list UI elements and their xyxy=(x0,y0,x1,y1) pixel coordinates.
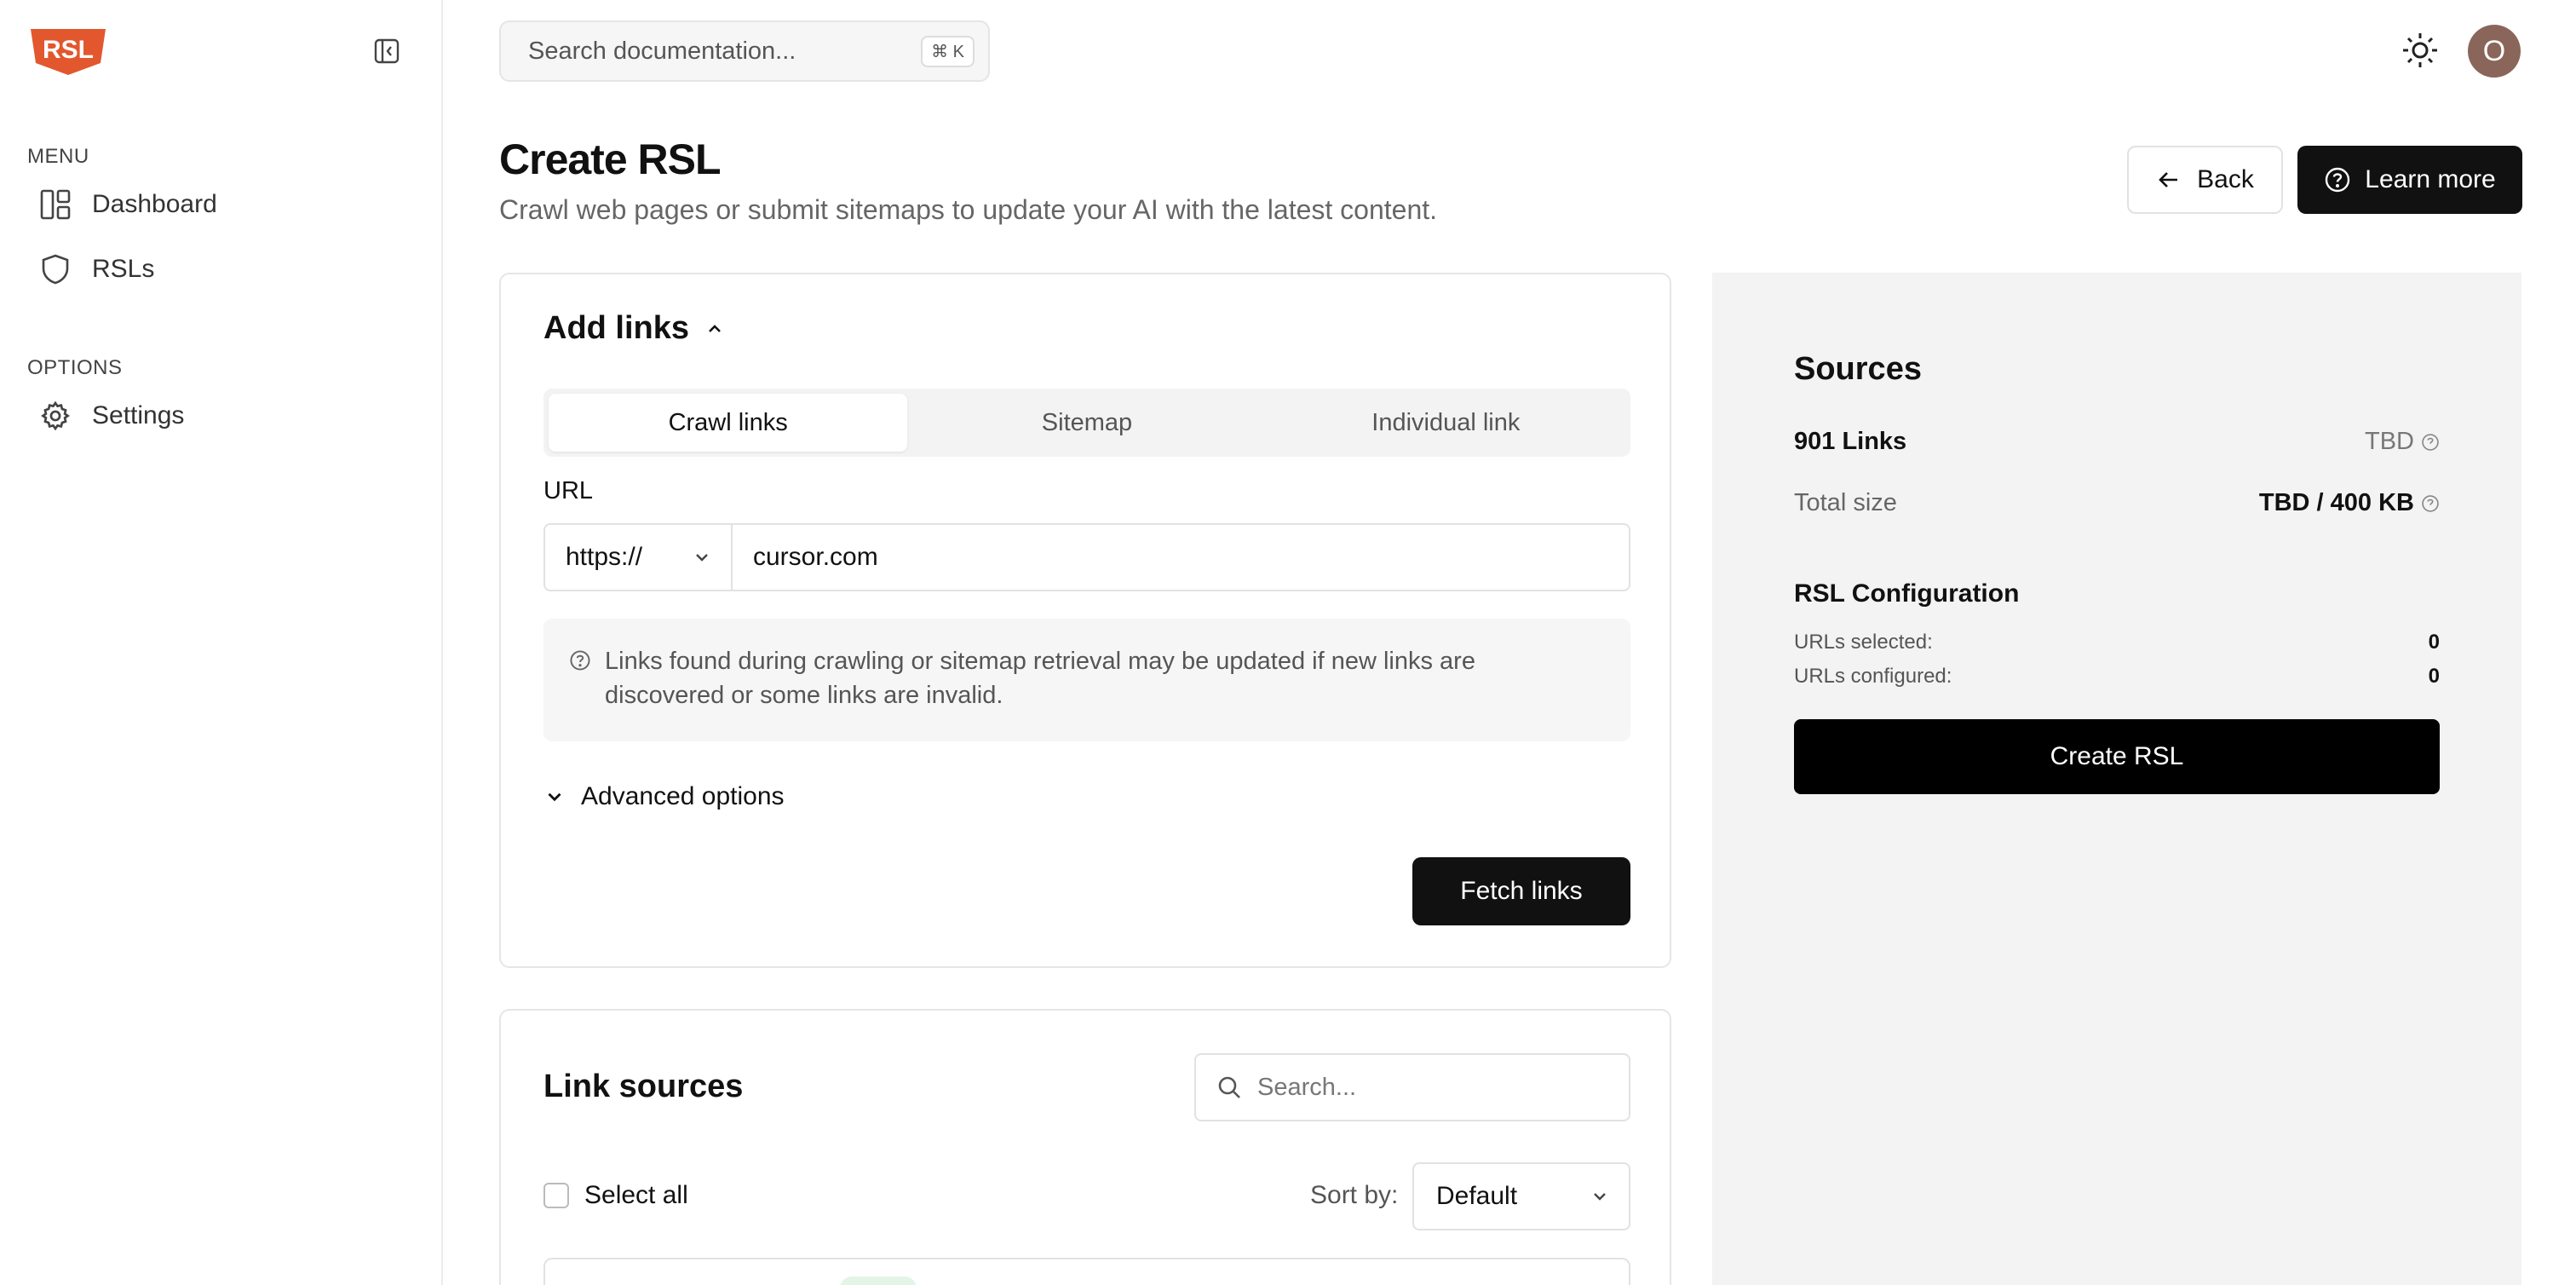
documentation-search[interactable]: ⌘ K xyxy=(499,20,990,82)
add-links-title: Add links xyxy=(543,310,690,346)
sidebar-toggle-icon xyxy=(374,38,400,64)
logo-text: RSL xyxy=(43,36,94,64)
collapse-sidebar-button[interactable] xyxy=(371,36,402,66)
select-all-label: Select all xyxy=(584,1181,688,1209)
documentation-search-input[interactable] xyxy=(528,37,922,66)
urls-configured-label: URLs configured: xyxy=(1794,665,1952,688)
chevron-up-icon xyxy=(709,324,721,332)
help-circle-icon xyxy=(2326,167,2350,193)
advanced-options-toggle[interactable]: Advanced options xyxy=(543,782,785,811)
shield-icon xyxy=(42,254,69,285)
sidebar-item-rsls[interactable]: RSLs xyxy=(39,244,414,295)
sort-label: Sort by: xyxy=(1310,1181,1399,1209)
back-button[interactable]: Back xyxy=(2127,146,2283,214)
sidebar-item-label: Dashboard xyxy=(92,190,217,218)
gear-icon xyxy=(41,400,70,431)
dashboard-icon xyxy=(40,189,71,220)
shortcut-badge: ⌘ K xyxy=(921,35,975,67)
options-section-label: OPTIONS xyxy=(27,356,123,379)
info-notice: Links found during crawling or sitemap r… xyxy=(543,619,1630,741)
links-count-row: 901 Links TBD xyxy=(1794,428,2440,456)
tab-individual-link[interactable]: Individual link xyxy=(1267,394,1625,452)
list-item[interactable] xyxy=(543,1258,1630,1285)
rsl-logo[interactable]: RSL xyxy=(26,24,111,78)
select-all[interactable]: Select all xyxy=(543,1181,688,1210)
sources-title: Sources xyxy=(1794,351,1922,387)
fetch-links-button[interactable]: Fetch links xyxy=(1412,857,1630,925)
sources-panel: Sources 901 Links TBD Total size TBD / 4… xyxy=(1712,273,2521,1285)
help-circle-icon[interactable] xyxy=(2421,433,2440,452)
urls-configured-value: 0 xyxy=(2428,665,2440,688)
rsl-config-title: RSL Configuration xyxy=(1794,579,2020,608)
add-links-toggle[interactable]: Add links xyxy=(543,310,725,347)
tab-crawl-links[interactable]: Crawl links xyxy=(549,394,908,452)
sidebar-item-settings[interactable]: Settings xyxy=(39,390,414,441)
links-count-label: 901 Links xyxy=(1794,428,1907,455)
link-sources-card: Link sources Select all Sort by: Default xyxy=(499,1009,1671,1285)
tab-sitemap[interactable]: Sitemap xyxy=(907,394,1266,452)
protocol-select[interactable]: https:// xyxy=(545,525,733,590)
link-sources-search[interactable] xyxy=(1194,1053,1630,1121)
help-circle-icon[interactable] xyxy=(2421,494,2440,513)
sun-icon xyxy=(2403,33,2437,67)
info-text: Links found during crawling or sitemap r… xyxy=(605,648,1475,709)
create-rsl-button[interactable]: Create RSL xyxy=(1794,719,2440,794)
sidebar-item-label: Settings xyxy=(92,401,185,429)
arrow-left-icon xyxy=(2159,172,2178,187)
status-badge xyxy=(840,1276,917,1285)
menu-section-label: MENU xyxy=(27,145,89,168)
links-value-text: TBD xyxy=(2365,428,2414,455)
protocol-value: https:// xyxy=(566,543,643,571)
total-size-value: TBD / 400 KB xyxy=(2259,489,2440,517)
sidebar-item-label: RSLs xyxy=(92,255,155,283)
url-label: URL xyxy=(543,477,594,504)
link-sources-title: Link sources xyxy=(543,1069,744,1104)
total-size-row: Total size TBD / 400 KB xyxy=(1794,489,2440,517)
urls-selected-value: 0 xyxy=(2428,631,2440,654)
add-links-card: Add links Crawl links Sitemap Individual… xyxy=(499,273,1671,968)
theme-toggle-button[interactable] xyxy=(2399,29,2441,72)
url-field: https:// xyxy=(543,523,1630,591)
learn-more-label: Learn more xyxy=(2365,165,2496,193)
sidebar-item-dashboard[interactable]: Dashboard xyxy=(39,179,414,230)
avatar[interactable]: O xyxy=(2468,25,2521,78)
page-title: Create RSL xyxy=(499,135,722,183)
urls-selected-row: URLs selected: 0 xyxy=(1794,631,2440,654)
sidebar: RSL MENU Dashboard RSLs OPTIONS Settings xyxy=(0,0,443,1285)
app-window: RSL MENU Dashboard RSLs OPTIONS Settings… xyxy=(0,0,2576,1285)
urls-selected-label: URLs selected: xyxy=(1794,631,1933,654)
links-count-value: TBD xyxy=(2365,428,2440,456)
url-input[interactable] xyxy=(733,525,1629,590)
size-value-text: TBD / 400 KB xyxy=(2258,489,2414,516)
learn-more-button[interactable]: Learn more xyxy=(2297,146,2522,214)
sort-select[interactable]: Default xyxy=(1412,1162,1630,1230)
total-size-label: Total size xyxy=(1794,489,1897,516)
back-label: Back xyxy=(2197,165,2254,193)
chevron-down-icon xyxy=(548,792,561,802)
sort-value: Default xyxy=(1436,1182,1518,1210)
page-subtitle: Crawl web pages or submit sitemaps to up… xyxy=(499,194,1438,225)
link-sources-search-input[interactable] xyxy=(1257,1073,1608,1102)
advanced-options-label: Advanced options xyxy=(581,782,785,810)
select-all-checkbox[interactable] xyxy=(543,1183,569,1208)
help-circle-icon xyxy=(570,650,590,671)
chevron-down-icon xyxy=(696,554,708,562)
search-icon xyxy=(1218,1076,1240,1098)
link-type-tabs: Crawl links Sitemap Individual link xyxy=(543,389,1630,457)
chevron-down-icon xyxy=(1594,1193,1606,1201)
urls-configured-row: URLs configured: 0 xyxy=(1794,665,2440,689)
